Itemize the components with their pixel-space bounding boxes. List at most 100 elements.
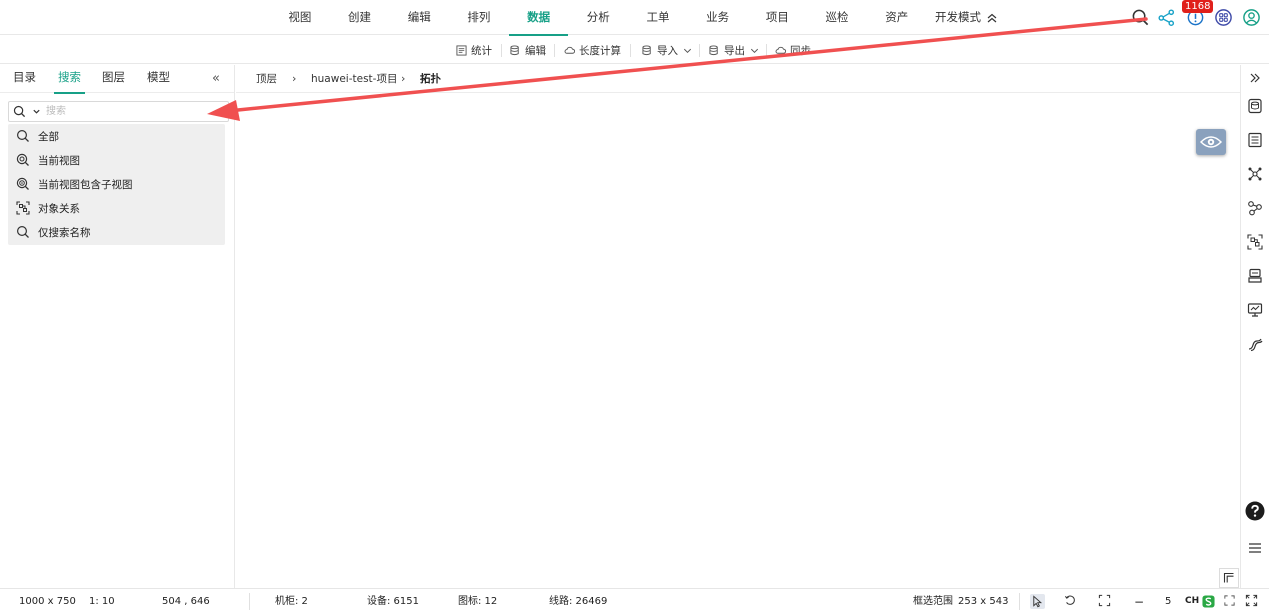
- monitor-icon[interactable]: [1247, 302, 1263, 318]
- input-method-icon[interactable]: [1202, 595, 1217, 610]
- top-bar: 视图 创建 编辑 排列 数据 分析 工单 业务 项目 巡检 资产 开发模式 11…: [0, 0, 1269, 36]
- breadcrumb-root[interactable]: 顶层: [256, 65, 277, 93]
- corner-icon: [1223, 572, 1234, 583]
- minimap-toggle-button[interactable]: [1219, 568, 1239, 588]
- chevron-up-double-icon: [987, 13, 997, 22]
- export-label: 导出: [724, 44, 745, 57]
- search-field[interactable]: [8, 101, 229, 122]
- import-label: 导入: [657, 44, 678, 57]
- menu-assets[interactable]: 资产: [867, 0, 927, 35]
- tab-model[interactable]: 模型: [147, 65, 170, 93]
- fullscreen-icon[interactable]: [1245, 594, 1260, 609]
- import-dropdown[interactable]: 导入: [642, 36, 693, 64]
- menu-create[interactable]: 创建: [330, 0, 390, 35]
- app-grid-icon[interactable]: [1212, 6, 1234, 28]
- search-scope-dropdown: 全部 当前视图 当前视图包含子视图 对象关系 仅搜索名称: [8, 124, 225, 245]
- dev-mode-toggle[interactable]: 开发模式: [935, 0, 998, 35]
- search-scope-label: 对象关系: [38, 202, 80, 215]
- left-panel: 目录 搜索 图层 模型 « 全部 当前视图 当前视图包含子视图 对象关系 仅搜索…: [0, 65, 235, 588]
- share-icon[interactable]: [1155, 6, 1177, 28]
- search-scope-label: 当前视图: [38, 154, 80, 167]
- tab-layers[interactable]: 图层: [102, 65, 125, 93]
- help-icon[interactable]: [1245, 501, 1265, 521]
- ime-indicator: CH: [1183, 593, 1202, 609]
- menu-icon[interactable]: [1247, 540, 1263, 556]
- menu-data[interactable]: 数据: [508, 0, 569, 36]
- dev-mode-label: 开发模式: [935, 10, 981, 24]
- search-scope-name-only[interactable]: 仅搜索名称: [8, 220, 225, 244]
- menu-analysis[interactable]: 分析: [568, 0, 628, 35]
- cable-icon[interactable]: [1247, 336, 1263, 352]
- search-scope-label: 仅搜索名称: [38, 226, 91, 239]
- zoom-value: 5: [1165, 596, 1172, 607]
- menu-project[interactable]: 项目: [748, 0, 808, 35]
- data-toolbar: 统计 编辑 长度计算 导入 导出 同步: [0, 36, 1269, 64]
- zoom-out-button[interactable]: −: [1134, 589, 1144, 613]
- search-scope-all[interactable]: 全部: [8, 124, 225, 148]
- menu-view[interactable]: 视图: [270, 0, 330, 35]
- notification-count-badge: 1168: [1182, 0, 1214, 13]
- user-icon[interactable]: [1240, 6, 1262, 28]
- menu-edit[interactable]: 编辑: [389, 0, 449, 35]
- search-scope-label: 当前视图包含子视图: [38, 178, 133, 191]
- screenshot-icon[interactable]: [1223, 594, 1238, 609]
- search-scope-object-relation[interactable]: 对象关系: [8, 196, 225, 220]
- route-icon[interactable]: [1247, 200, 1263, 216]
- menu-business[interactable]: 业务: [688, 0, 748, 35]
- line-count: 线路: 26469: [549, 596, 608, 607]
- cloud-calc-icon: [564, 46, 575, 54]
- search-scope-current-view-with-children[interactable]: 当前视图包含子视图: [8, 172, 225, 196]
- search-scope-label: 全部: [38, 130, 59, 143]
- length-calc-button[interactable]: 长度计算: [564, 36, 621, 64]
- relation-icon[interactable]: [1247, 234, 1263, 250]
- search-input[interactable]: [46, 103, 224, 120]
- right-rail: [1240, 65, 1269, 588]
- menu-inspection[interactable]: 巡检: [807, 0, 867, 35]
- pointer-select-icon[interactable]: [1030, 594, 1045, 609]
- breadcrumb-project[interactable]: huawei-test-项目: [311, 65, 397, 93]
- rotate-icon[interactable]: [1064, 594, 1079, 609]
- breadcrumb-separator: ›: [401, 72, 406, 85]
- cursor-position: 504 , 646: [162, 596, 210, 607]
- breadcrumb: 顶层 › huawei-test-项目 › 拓扑: [236, 65, 1240, 93]
- search-icon: [13, 105, 26, 118]
- fit-view-icon[interactable]: [1098, 594, 1113, 609]
- search-scope-current-view[interactable]: 当前视图: [8, 148, 225, 172]
- select-range-label: 框选范围: [913, 596, 953, 607]
- tab-catalog[interactable]: 目录: [13, 65, 36, 93]
- device-icon[interactable]: [1247, 268, 1263, 284]
- edit-button[interactable]: 编辑: [510, 36, 546, 64]
- view-tree-search-icon: [16, 177, 29, 190]
- chevron-down-icon[interactable]: [32, 105, 41, 118]
- icon-count: 图标: 12: [458, 596, 498, 607]
- list-icon[interactable]: [1247, 132, 1263, 148]
- chevron-down-icon: [683, 48, 692, 53]
- topology-icon[interactable]: [1247, 166, 1263, 182]
- sync-button[interactable]: 同步: [775, 36, 811, 64]
- status-bar: 1000 x 750 1: 10 504 , 646 机柜: 2 设备: 615…: [0, 588, 1269, 613]
- visibility-toggle-button[interactable]: [1196, 129, 1226, 155]
- view-search-icon: [16, 153, 29, 166]
- topology-canvas[interactable]: [236, 94, 1240, 588]
- stats-button[interactable]: 统计: [456, 36, 492, 64]
- breadcrumb-current: 拓扑: [420, 73, 441, 85]
- export-dropdown[interactable]: 导出: [709, 36, 760, 64]
- scale-ratio: 1: 10: [89, 596, 115, 607]
- menu-workorder[interactable]: 工单: [628, 0, 688, 35]
- collapse-left-icon[interactable]: «: [212, 71, 220, 86]
- search-icon: [16, 129, 29, 142]
- menu-arrange[interactable]: 排列: [449, 0, 509, 35]
- database-icon[interactable]: [1247, 98, 1263, 114]
- relation-icon: [16, 201, 30, 215]
- search-icon: [16, 225, 29, 238]
- database-import-icon: [642, 44, 651, 55]
- cabinet-count: 机柜: 2: [275, 596, 308, 607]
- main-menu: 视图 创建 编辑 排列 数据 分析 工单 业务 项目 巡检 资产: [270, 0, 927, 36]
- chevron-down-icon: [750, 48, 759, 53]
- search-icon[interactable]: [1129, 6, 1151, 28]
- stats-icon: [456, 44, 467, 56]
- tab-search[interactable]: 搜索: [54, 65, 85, 94]
- expand-right-icon[interactable]: [1247, 70, 1263, 86]
- left-panel-tabs: 目录 搜索 图层 模型 «: [0, 65, 234, 94]
- cloud-sync-icon: [775, 46, 786, 54]
